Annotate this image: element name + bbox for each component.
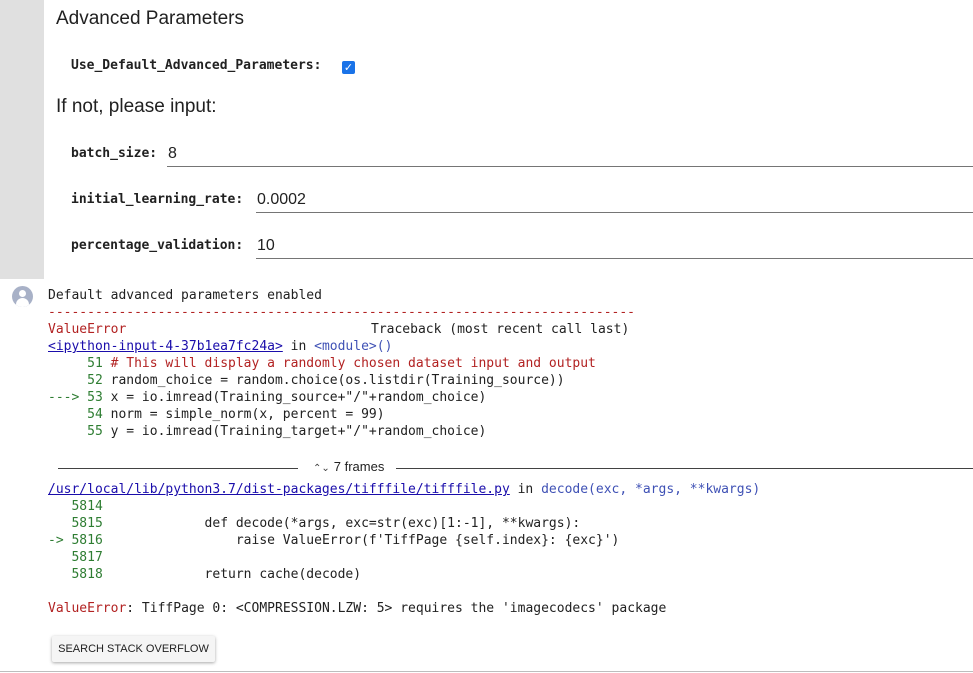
use-default-label: Use_Default_Advanced_Parameters: <box>71 58 322 73</box>
percentage-validation-input[interactable]: 10 <box>256 233 973 259</box>
batch-size-value: 8 <box>168 145 177 162</box>
form-subtitle: If not, please input: <box>56 96 217 117</box>
learning-rate-label: initial_learning_rate: <box>71 192 244 207</box>
code-line-current: -> 5816 raise ValueError(f'TiffPage {sel… <box>48 533 620 548</box>
percentage-validation-value: 10 <box>257 237 275 254</box>
code-line: 52 random_choice = random.choice(os.list… <box>48 373 565 388</box>
frame1-header: <ipython-input-4-37b1ea7fc24a> in <modul… <box>48 339 393 354</box>
cell-gutter <box>0 0 44 279</box>
code-line: 5815 def decode(*args, exc=str(exc)[1:-1… <box>48 516 581 531</box>
frames-label[interactable]: ⌃⌄ 7 frames <box>313 459 384 474</box>
output-avatar-icon <box>12 286 33 307</box>
percentage-validation-label: percentage_validation: <box>71 238 244 253</box>
final-error-type: ValueError <box>48 601 127 616</box>
code-line: 55 y = io.imread(Training_target+"/"+ran… <box>48 424 487 439</box>
code-line: 5814 <box>48 499 103 514</box>
frames-rule-left <box>58 468 298 469</box>
frame1-func: <module>() <box>314 339 393 354</box>
learning-rate-input[interactable]: 0.0002 <box>256 187 973 213</box>
output-message: Default advanced parameters enabled <box>48 288 322 303</box>
parameters-form: Advanced Parameters Use_Default_Advanced… <box>44 0 973 279</box>
expand-chevron-icon: ⌃⌄ <box>313 463 330 474</box>
frames-rule-right <box>396 468 973 469</box>
traceback-header: Traceback (most recent call last) <box>371 322 630 337</box>
frame2-file-link[interactable]: /usr/local/lib/python3.7/dist-packages/t… <box>48 482 510 497</box>
traceback-header-line: ValueError Traceback (most recent call la… <box>48 321 629 338</box>
final-error-line: ValueError: TiffPage 0: <COMPRESSION.LZW… <box>48 600 666 617</box>
code-line: 54 norm = simple_norm(x, percent = 99) <box>48 407 385 422</box>
code-line: 51 # This will display a randomly chosen… <box>48 356 596 371</box>
frame1-file-link[interactable]: <ipython-input-4-37b1ea7fc24a> <box>48 339 283 354</box>
traceback-separator: ----------------------------------------… <box>48 305 635 320</box>
batch-size-label: batch_size: <box>71 146 158 161</box>
frame2-func: decode(exc, *args, **kwargs) <box>541 482 761 497</box>
learning-rate-value: 0.0002 <box>257 191 306 208</box>
use-default-checkbox[interactable]: ✓ <box>342 61 355 74</box>
batch-size-input[interactable]: 8 <box>167 141 973 167</box>
final-error-message: : TiffPage 0: <COMPRESSION.LZW: 5> requi… <box>126 601 667 616</box>
code-line: 5817 <box>48 550 103 565</box>
code-line-current: ---> 53 x = io.imread(Training_source+"/… <box>48 390 487 405</box>
frame2-header: /usr/local/lib/python3.7/dist-packages/t… <box>48 482 761 497</box>
code-line: 5818 return cache(decode) <box>48 567 362 582</box>
error-type: ValueError <box>48 322 127 337</box>
search-stack-overflow-button[interactable]: SEARCH STACK OVERFLOW <box>52 636 215 662</box>
cell-bottom-border <box>0 671 973 672</box>
form-title: Advanced Parameters <box>56 8 244 29</box>
collapsed-frames-toggle[interactable]: ⌃⌄ 7 frames <box>58 458 973 478</box>
